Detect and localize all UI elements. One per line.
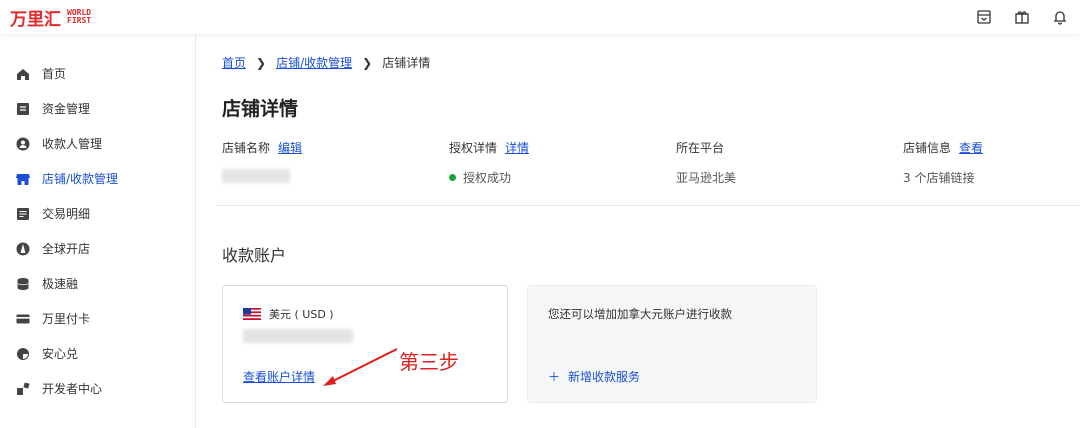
- header-actions: [976, 9, 1068, 25]
- annotation-step-label: 第三步: [399, 350, 459, 374]
- sidebar-item-label: 万里付卡: [42, 312, 91, 326]
- breadcrumb-current: 店铺详情: [382, 56, 431, 70]
- us-flag-icon: [243, 308, 261, 320]
- sidebar-item-label: 收款人管理: [42, 137, 103, 151]
- platform-label: 所在平台: [676, 141, 725, 155]
- page-title: 店铺详情: [222, 98, 299, 120]
- store-info-col: 店铺信息 查看 3 个店铺链接: [903, 139, 983, 186]
- sidebar-item-label: 首页: [42, 67, 67, 81]
- store-info-row: 店铺名称 编辑 授权详情 详情 授权成功 所在平台 亚马逊北美 店铺信息 查看: [222, 139, 1080, 205]
- globe-icon: [16, 242, 30, 256]
- sidebar-item-payee[interactable]: 收款人管理: [0, 126, 195, 161]
- breadcrumb-home-link[interactable]: 首页: [222, 54, 246, 71]
- sidebar-item-financing[interactable]: 极速融: [0, 266, 195, 301]
- sidebar-item-store[interactable]: 店铺/收款管理: [0, 161, 195, 196]
- chevron-right-icon: ❯: [362, 55, 373, 70]
- chevron-right-icon: ❯: [256, 55, 267, 70]
- store-name-redacted: [222, 169, 290, 183]
- user-icon: [16, 137, 30, 151]
- section-title: 收款账户: [222, 246, 287, 265]
- view-account-details-link[interactable]: 查看账户详情: [243, 368, 315, 385]
- sidebar-item-card[interactable]: 万里付卡: [0, 301, 195, 336]
- store-icon: [16, 172, 30, 186]
- auth-status: 授权成功: [463, 171, 512, 185]
- inbox-icon[interactable]: [976, 9, 992, 25]
- breadcrumb-store-link[interactable]: 店铺/收款管理: [276, 54, 352, 71]
- success-dot-icon: [449, 174, 456, 181]
- sidebar-item-label: 资金管理: [42, 102, 91, 116]
- sidebar-item-label: 极速融: [42, 277, 79, 291]
- fund-icon: [16, 102, 30, 116]
- account-number-redacted: [243, 329, 353, 343]
- logo-text-en: WORLD FIRST: [67, 9, 91, 25]
- sidebar-item-label: 安心兑: [42, 347, 79, 361]
- gift-icon[interactable]: [1014, 9, 1030, 25]
- edit-store-name-link[interactable]: 编辑: [278, 139, 302, 156]
- annotation-arrow-icon: [323, 348, 398, 386]
- developer-icon: [16, 381, 30, 396]
- exchange-icon: [16, 347, 30, 361]
- add-service-button[interactable]: ＋ 新增收款服务: [548, 368, 640, 385]
- auth-col: 授权详情 详情 授权成功: [449, 139, 529, 186]
- card-icon: [16, 312, 30, 326]
- divider: [216, 205, 1080, 206]
- sidebar-item-home[interactable]: 首页: [0, 56, 195, 91]
- sidebar-item-fund[interactable]: 资金管理: [0, 91, 195, 126]
- sidebar-item-label: 交易明细: [42, 207, 91, 221]
- sidebar-item-label: 店铺/收款管理: [42, 172, 119, 186]
- breadcrumb: 首页 ❯ 店铺/收款管理 ❯ 店铺详情: [222, 54, 430, 71]
- sidebar: 首页 资金管理 收款人管理 店铺/收款管理 交易明细 全球开店 极速融 万里付卡…: [0, 34, 196, 428]
- auth-label: 授权详情: [449, 141, 498, 155]
- top-header: 万里汇 WORLD FIRST: [0, 0, 1080, 34]
- store-name-label: 店铺名称: [222, 141, 271, 155]
- sidebar-item-label: 开发者中心: [42, 382, 103, 396]
- sidebar-item-transactions[interactable]: 交易明细: [0, 196, 195, 231]
- add-service-label: 新增收款服务: [568, 370, 641, 384]
- home-icon: [16, 67, 30, 81]
- currency-label: 美元 ( USD ): [269, 308, 334, 321]
- sidebar-item-developer[interactable]: 开发者中心: [0, 371, 195, 406]
- logo-text-cn: 万里汇: [10, 9, 61, 30]
- worldfirst-logo[interactable]: 万里汇 WORLD FIRST: [10, 5, 91, 30]
- store-info-value: 3 个店铺链接: [903, 171, 975, 185]
- add-account-hint: 您还可以增加加拿大元账户进行收款: [548, 307, 732, 321]
- store-info-view-link[interactable]: 查看: [959, 139, 983, 156]
- logo-en-line2: FIRST: [67, 16, 92, 25]
- auth-detail-link[interactable]: 详情: [505, 139, 529, 156]
- sidebar-item-exchange[interactable]: 安心兑: [0, 336, 195, 371]
- currency-row: 美元 ( USD ): [243, 306, 334, 322]
- sidebar-item-label: 全球开店: [42, 242, 91, 256]
- ledger-icon: [16, 207, 30, 221]
- store-name-col: 店铺名称 编辑: [222, 139, 302, 183]
- sidebar-item-global-store[interactable]: 全球开店: [0, 231, 195, 266]
- plus-icon: ＋: [548, 370, 561, 384]
- coins-icon: [16, 277, 30, 291]
- bell-icon[interactable]: [1052, 9, 1068, 25]
- add-account-card: 您还可以增加加拿大元账户进行收款 ＋ 新增收款服务: [527, 285, 817, 403]
- platform-value: 亚马逊北美: [676, 171, 737, 185]
- platform-col: 所在平台 亚马逊北美: [676, 139, 736, 186]
- store-info-label: 店铺信息: [903, 141, 952, 155]
